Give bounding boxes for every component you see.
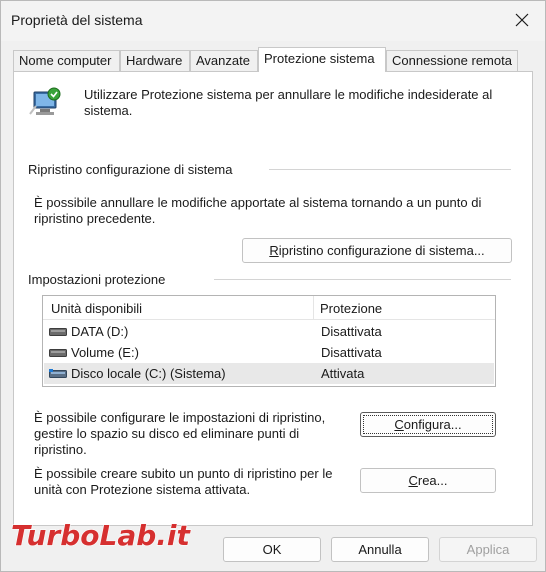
drive-name: DATA (D:) <box>71 324 129 339</box>
drive-icon <box>49 328 67 336</box>
tab-protezione-sistema[interactable]: Protezione sistema <box>258 47 386 72</box>
drives-list[interactable]: Unità disponibili Protezione DATA (D:) D… <box>42 295 496 387</box>
drive-row[interactable]: DATA (D:) Disattivata <box>44 321 494 342</box>
button-label: rea... <box>417 473 448 488</box>
turbolab-watermark-logo: TurboLab.it <box>10 518 192 552</box>
close-button[interactable] <box>505 5 539 35</box>
button-label: Annulla <box>358 542 402 557</box>
intro-text: Utilizzare Protezione sistema per annull… <box>84 87 493 118</box>
drive-name: Volume (E:) <box>71 345 139 360</box>
tab-avanzate[interactable]: Avanzate <box>190 50 258 71</box>
restore-group-label: Ripristino configurazione di sistema <box>28 162 241 177</box>
button-label: onfigura... <box>403 417 462 432</box>
create-button[interactable]: Crea... <box>360 468 496 493</box>
create-description: È possibile creare subito un punto di ri… <box>34 466 333 497</box>
cancel-button[interactable]: Annulla <box>331 537 429 562</box>
restore-description: È possibile annullare le modifiche appor… <box>34 195 482 226</box>
configure-description: È possibile configurare le impostazioni … <box>34 410 326 457</box>
drive-protection-status: Disattivata <box>321 324 382 339</box>
restore-group-divider <box>269 169 511 170</box>
button-label: ipristino configurazione di sistema... <box>278 243 485 258</box>
accelerator-key: C <box>394 417 404 432</box>
system-protection-icon <box>29 87 61 115</box>
window-title: Proprietà del sistema <box>11 12 143 28</box>
list-header: Unità disponibili Protezione <box>43 296 495 320</box>
system-drive-icon <box>49 369 67 378</box>
apply-button[interactable]: Applica <box>439 537 537 562</box>
tab-connessione-remota[interactable]: Connessione remota <box>386 50 518 71</box>
drive-protection-status: Attivata <box>321 366 365 381</box>
ok-button[interactable]: OK <box>223 537 321 562</box>
protection-group-label: Impostazioni protezione <box>28 272 174 287</box>
accelerator-key: R <box>269 243 279 258</box>
button-label: OK <box>262 542 282 557</box>
button-label: Applica <box>466 542 510 557</box>
accelerator-key: C <box>408 473 418 488</box>
protection-group-divider <box>214 279 511 280</box>
tab-hardware[interactable]: Hardware <box>120 50 190 71</box>
tab-label: Avanzate <box>196 53 250 68</box>
tab-nome-computer[interactable]: Nome computer <box>13 50 120 71</box>
drive-name: Disco locale (C:) (Sistema) <box>71 366 226 381</box>
column-header-drives[interactable]: Unità disponibili <box>51 301 142 316</box>
system-restore-button[interactable]: Ripristino configurazione di sistema... <box>242 238 512 263</box>
tab-label: Hardware <box>126 53 183 68</box>
tab-strip: Nome computer Hardware Avanzate Protezio… <box>13 47 533 72</box>
tab-label: Connessione remota <box>392 53 512 68</box>
column-divider[interactable] <box>313 296 314 320</box>
close-icon <box>515 13 529 27</box>
tab-label: Nome computer <box>19 53 112 68</box>
tab-panel-protezione-sistema: Utilizzare Protezione sistema per annull… <box>13 71 533 526</box>
column-header-protection[interactable]: Protezione <box>320 301 382 316</box>
svg-text:TurboLab.it: TurboLab.it <box>11 519 192 552</box>
drive-protection-status: Disattivata <box>321 345 382 360</box>
drive-icon <box>49 349 67 357</box>
tab-label: Protezione sistema <box>264 51 375 66</box>
drive-row-selected[interactable]: Disco locale (C:) (Sistema) Attivata <box>44 363 494 384</box>
configure-button[interactable]: Configura... <box>360 412 496 437</box>
drive-row[interactable]: Volume (E:) Disattivata <box>44 342 494 363</box>
system-properties-window: Proprietà del sistema Nome computer Hard… <box>0 0 546 572</box>
title-bar[interactable]: Proprietà del sistema <box>1 1 545 41</box>
